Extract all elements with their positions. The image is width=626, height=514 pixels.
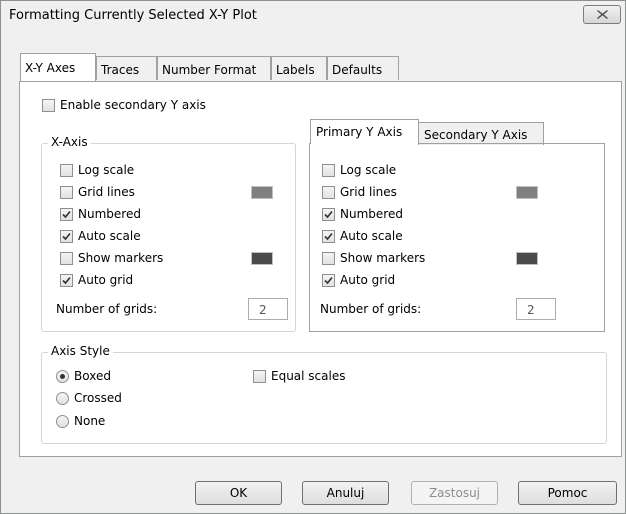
- y-number-of-grids-input[interactable]: 2: [516, 298, 556, 320]
- x-log-scale-checkbox[interactable]: [60, 164, 73, 177]
- help-button[interactable]: Pomoc: [518, 481, 617, 505]
- enable-secondary-label: Enable secondary Y axis: [60, 98, 206, 112]
- x-auto-grid-checkbox[interactable]: [60, 274, 73, 287]
- x-axis-group-title: X-Axis: [48, 135, 91, 149]
- y-auto-grid-label: Auto grid: [340, 273, 396, 287]
- check-mark-icon: [62, 232, 71, 241]
- axis-style-crossed-radio[interactable]: [56, 392, 69, 405]
- axis-style-crossed-label: Crossed: [74, 391, 122, 405]
- tab-panel-x-y-axes: Enable secondary Y axis X-Axis Log scale…: [19, 81, 622, 457]
- y-grid-lines-label: Grid lines: [340, 185, 397, 199]
- x-numbered-label: Numbered: [78, 207, 141, 221]
- axis-style-none-radio[interactable]: [56, 415, 69, 428]
- x-grid-lines-label: Grid lines: [78, 185, 135, 199]
- radio-selected-dot: [60, 374, 65, 379]
- x-auto-scale-checkbox[interactable]: [60, 230, 73, 243]
- axis-style-group-title: Axis Style: [48, 344, 113, 358]
- check-mark-icon: [62, 210, 71, 219]
- tab-x-y-axes[interactable]: X-Y Axes: [20, 53, 96, 81]
- tab-secondary-y-axis[interactable]: Secondary Y Axis: [418, 122, 544, 145]
- tab-primary-y-axis[interactable]: Primary Y Axis: [310, 119, 419, 144]
- tab-labels[interactable]: Labels: [271, 56, 327, 80]
- equal-scales-label: Equal scales: [271, 369, 346, 383]
- close-icon: [597, 10, 608, 19]
- axis-style-boxed-label: Boxed: [74, 369, 111, 383]
- check-mark-icon: [324, 232, 333, 241]
- equal-scales-checkbox[interactable]: [253, 370, 266, 383]
- axis-style-boxed-radio[interactable]: [56, 370, 69, 383]
- x-grid-lines-checkbox[interactable]: [60, 186, 73, 199]
- x-auto-grid-label: Auto grid: [78, 273, 134, 287]
- y-auto-grid-checkbox[interactable]: [322, 274, 335, 287]
- tab-number-format[interactable]: Number Format: [157, 56, 271, 80]
- y-show-markers-label: Show markers: [340, 251, 426, 265]
- x-number-of-grids-label: Number of grids:: [56, 302, 158, 316]
- x-auto-scale-label: Auto scale: [78, 229, 141, 243]
- y-grid-color-swatch[interactable]: [516, 186, 538, 199]
- y-grid-lines-checkbox[interactable]: [322, 186, 335, 199]
- y-number-of-grids-label: Number of grids:: [320, 302, 422, 316]
- enable-secondary-checkbox[interactable]: [42, 99, 55, 112]
- apply-button[interactable]: Zastosuj: [411, 481, 498, 505]
- x-show-markers-label: Show markers: [78, 251, 164, 265]
- y-auto-scale-label: Auto scale: [340, 229, 403, 243]
- close-button[interactable]: [583, 5, 621, 24]
- y-log-scale-label: Log scale: [340, 163, 397, 177]
- y-auto-scale-checkbox[interactable]: [322, 230, 335, 243]
- axis-style-none-label: None: [74, 414, 106, 428]
- y-numbered-label: Numbered: [340, 207, 403, 221]
- cancel-button[interactable]: Anuluj: [302, 481, 389, 505]
- y-marker-color-swatch[interactable]: [516, 252, 538, 265]
- x-number-of-grids-input[interactable]: 2: [248, 298, 288, 320]
- y-numbered-checkbox[interactable]: [322, 208, 335, 221]
- x-marker-color-swatch[interactable]: [251, 252, 273, 265]
- x-grid-color-swatch[interactable]: [251, 186, 273, 199]
- window-title: Formatting Currently Selected X-Y Plot: [9, 8, 257, 23]
- check-mark-icon: [324, 210, 333, 219]
- check-mark-icon: [324, 276, 333, 285]
- ok-button[interactable]: OK: [195, 481, 282, 505]
- title-bar: Formatting Currently Selected X-Y Plot: [1, 1, 625, 31]
- tab-traces[interactable]: Traces: [96, 56, 157, 80]
- x-show-markers-checkbox[interactable]: [60, 252, 73, 265]
- y-show-markers-checkbox[interactable]: [322, 252, 335, 265]
- axis-style-group: [41, 352, 607, 444]
- y-log-scale-checkbox[interactable]: [322, 164, 335, 177]
- check-mark-icon: [62, 276, 71, 285]
- tab-defaults[interactable]: Defaults: [327, 56, 399, 80]
- x-log-scale-label: Log scale: [78, 163, 135, 177]
- x-numbered-checkbox[interactable]: [60, 208, 73, 221]
- dialog-window: Formatting Currently Selected X-Y Plot X…: [0, 0, 626, 514]
